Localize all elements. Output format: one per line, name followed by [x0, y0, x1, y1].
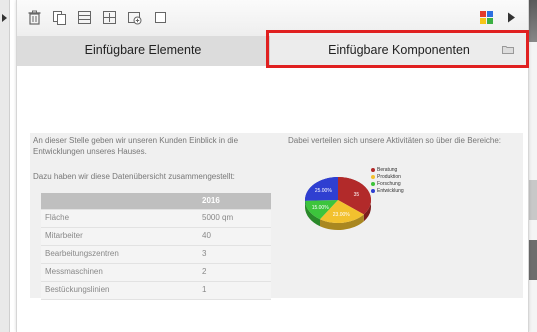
table-row: Messmaschinen 2	[41, 264, 271, 282]
pie-chart: 35 23.00%15.00% 25.00%	[305, 177, 371, 230]
content-preview: An dieser Stelle geben wir unseren Kunde…	[30, 133, 523, 300]
legend-swatch	[371, 189, 375, 193]
row-label: Messmaschinen	[45, 267, 103, 276]
legend-label: Forschung	[377, 181, 401, 187]
data-table: 2016 Fläche 5000 qm Mitarbeiter 40 Bearbei…	[41, 193, 271, 300]
row-value: 1	[202, 285, 207, 294]
legend-label: Beratung	[377, 167, 398, 173]
table-header: 2016	[41, 193, 271, 210]
row-label: Bearbeitungszentren	[45, 249, 119, 258]
expand-arrow-icon[interactable]	[2, 14, 7, 22]
table-row: Bestückungslinien 1	[41, 282, 271, 300]
play-arrow-icon[interactable]	[504, 10, 519, 25]
tab-einfuegbare-elemente[interactable]: Einfügbare Elemente	[17, 36, 270, 66]
row-value: 5000 qm	[202, 213, 234, 222]
row-value: 2	[202, 267, 207, 276]
insert-row-icon[interactable]	[102, 10, 117, 25]
side-handle[interactable]	[0, 0, 10, 332]
legend-swatch	[371, 175, 375, 179]
layout-icon[interactable]	[77, 10, 92, 25]
trash-icon[interactable]	[27, 10, 42, 25]
table-row: Bearbeitungszentren 3	[41, 246, 271, 264]
row-value: 3	[202, 249, 207, 258]
pie-legend: Beratung Produktion Forschung Entwicklun…	[371, 167, 404, 195]
legend-label: Entwicklung	[377, 188, 404, 194]
pie-slice-label: 23.00%	[333, 212, 351, 218]
color-grid-icon[interactable]	[479, 10, 494, 25]
legend-item: Forschung	[371, 181, 404, 188]
copy-icon[interactable]	[52, 10, 67, 25]
legend-item: Produktion	[371, 174, 404, 181]
pie-slice-label: 35	[354, 192, 360, 198]
legend-item: Entwicklung	[371, 188, 404, 195]
summary-text: Dazu haben wir diese Datenübersicht zusa…	[33, 172, 235, 181]
row-value: 40	[202, 231, 211, 240]
legend-item: Beratung	[371, 167, 404, 174]
pie-slice-label: 25.00%	[315, 188, 333, 194]
pie-intro-text: Dabei verteilen sich unsere Aktivitäten …	[288, 136, 502, 145]
row-label: Mitarbeiter	[45, 231, 83, 240]
legend-swatch	[371, 182, 375, 186]
legend-label: Produktion	[377, 174, 401, 180]
highlight-box	[266, 30, 529, 68]
gear-add-icon[interactable]	[127, 10, 142, 25]
year-header: 2016	[202, 196, 220, 205]
legend-swatch	[371, 168, 375, 172]
table-row: Fläche 5000 qm	[41, 210, 271, 228]
pie-slice-label: 15.00%	[312, 205, 330, 211]
row-label: Bestückungslinien	[45, 285, 110, 294]
row-label: Fläche	[45, 213, 70, 222]
intro-text: An dieser Stelle geben wir unseren Kunde…	[33, 136, 239, 156]
table-row: Mitarbeiter 40	[41, 228, 271, 246]
checkbox-icon[interactable]	[153, 10, 168, 25]
